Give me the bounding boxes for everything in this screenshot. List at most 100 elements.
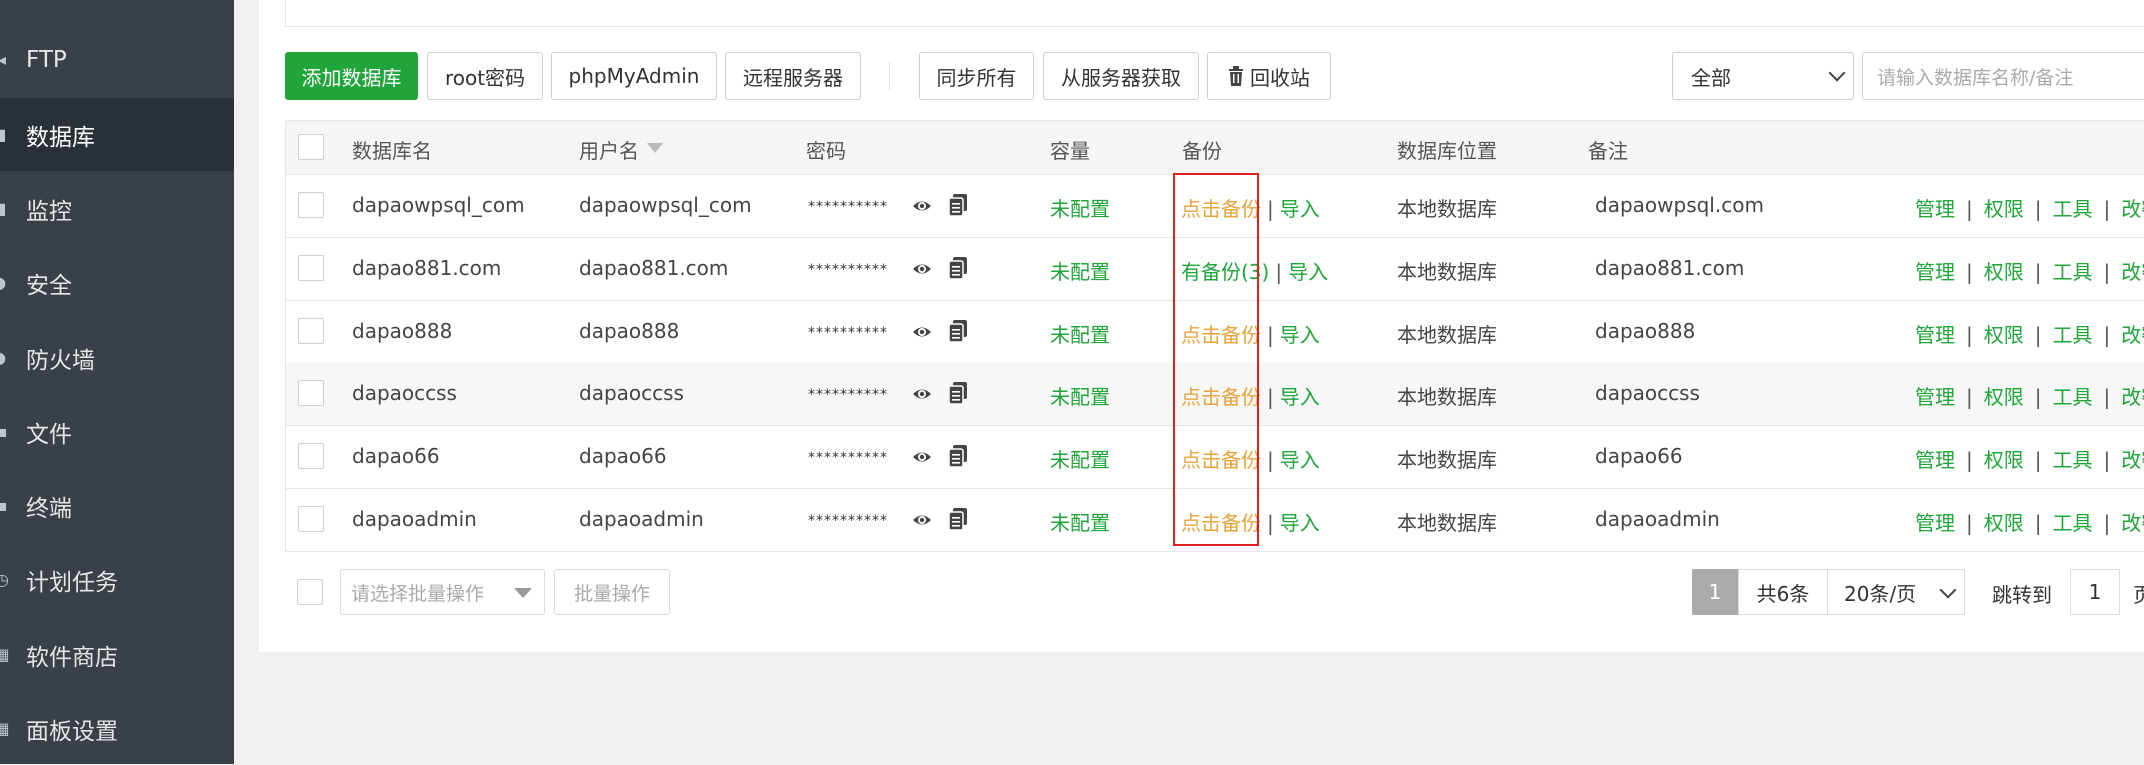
recycle-bin-button[interactable]: 回收站 <box>1207 52 1331 100</box>
change-password-link[interactable]: 改密 <box>2121 197 2144 221</box>
manage-link[interactable]: 管理 <box>1915 197 1955 221</box>
manage-link[interactable]: 管理 <box>1915 385 1955 409</box>
import-link[interactable]: 导入 <box>1280 197 1320 221</box>
manage-link[interactable]: 管理 <box>1915 323 1955 347</box>
fetch-from-server-button[interactable]: 从服务器获取 <box>1043 52 1199 100</box>
eye-icon[interactable] <box>912 322 932 342</box>
db-user: dapao66 <box>579 444 667 468</box>
sidebar-item-database[interactable]: ▮ 数据库 <box>0 98 234 171</box>
backup-link[interactable]: 点击备份 <box>1181 197 1261 221</box>
tools-link[interactable]: 工具 <box>2053 385 2093 409</box>
permission-link[interactable]: 权限 <box>1984 197 2024 221</box>
capacity-link[interactable]: 未配置 <box>1050 381 1110 410</box>
change-password-link[interactable]: 改密 <box>2121 511 2144 535</box>
db-remark[interactable]: dapao66 <box>1595 444 1683 468</box>
sort-down-icon[interactable] <box>647 143 663 153</box>
manage-link[interactable]: 管理 <box>1915 511 1955 535</box>
phpmyadmin-button[interactable]: phpMyAdmin <box>551 52 717 100</box>
footer-select-all-checkbox[interactable] <box>297 579 323 605</box>
select-all-checkbox[interactable] <box>298 134 324 160</box>
import-link[interactable]: 导入 <box>1280 323 1320 347</box>
tools-link[interactable]: 工具 <box>2053 260 2093 284</box>
capacity-link[interactable]: 未配置 <box>1050 193 1110 222</box>
eye-icon[interactable] <box>912 196 932 216</box>
tools-link[interactable]: 工具 <box>2053 511 2093 535</box>
sidebar-item-files[interactable]: ▪ 文件 <box>0 395 234 468</box>
header-remark: 备注 <box>1588 139 1628 163</box>
permission-link[interactable]: 权限 <box>1984 511 2024 535</box>
sidebar-item-terminal[interactable]: ▪ 终端 <box>0 469 234 542</box>
import-link[interactable]: 导入 <box>1280 385 1320 409</box>
copy-icon[interactable] <box>949 257 967 279</box>
sidebar-item-monitor[interactable]: ▮ 监控 <box>0 172 234 245</box>
row-checkbox[interactable] <box>298 318 324 344</box>
db-remark[interactable]: dapao888 <box>1595 319 1695 343</box>
capacity-link[interactable]: 未配置 <box>1050 444 1110 473</box>
backup-link[interactable]: 点击备份 <box>1181 385 1261 409</box>
batch-operation-select[interactable]: 请选择批量操作 <box>340 569 545 615</box>
row-checkbox[interactable] <box>298 380 324 406</box>
sidebar-item-cron[interactable]: ◷ 计划任务 <box>0 543 234 616</box>
permission-link[interactable]: 权限 <box>1984 260 2024 284</box>
per-page-select[interactable]: 20条/页 <box>1827 569 1965 615</box>
remote-server-button[interactable]: 远程服务器 <box>725 52 861 100</box>
change-password-link[interactable]: 改密 <box>2121 323 2144 347</box>
sidebar-item-security[interactable]: ◗ 安全 <box>0 246 234 319</box>
row-checkbox[interactable] <box>298 192 324 218</box>
row-checkbox[interactable] <box>298 255 324 281</box>
copy-icon[interactable] <box>949 445 967 467</box>
change-password-link[interactable]: 改密 <box>2121 448 2144 472</box>
capacity-link[interactable]: 未配置 <box>1050 319 1110 348</box>
db-remark[interactable]: dapao881.com <box>1595 256 1744 280</box>
capacity-link[interactable]: 未配置 <box>1050 507 1110 536</box>
settings-icon: ▦ <box>0 719 10 738</box>
import-link[interactable]: 导入 <box>1280 511 1320 535</box>
sidebar-item-store[interactable]: ▦ 软件商店 <box>0 618 234 691</box>
db-location: 本地数据库 <box>1397 385 1497 409</box>
sidebar-item-ftp[interactable]: ◂ FTP <box>0 23 234 96</box>
sidebar-item-settings[interactable]: ▦ 面板设置 <box>0 692 234 765</box>
db-remark[interactable]: dapaowpsql.com <box>1595 193 1764 217</box>
backup-link[interactable]: 点击备份 <box>1181 323 1261 347</box>
row-checkbox[interactable] <box>298 443 324 469</box>
backup-link[interactable]: 点击备份 <box>1181 448 1261 472</box>
copy-icon[interactable] <box>949 320 967 342</box>
permission-link[interactable]: 权限 <box>1984 385 2024 409</box>
pagination-current-page[interactable]: 1 <box>1692 569 1738 615</box>
db-remark[interactable]: dapaoadmin <box>1595 507 1720 531</box>
manage-link[interactable]: 管理 <box>1915 260 1955 284</box>
tools-link[interactable]: 工具 <box>2053 323 2093 347</box>
copy-icon[interactable] <box>949 382 967 404</box>
row-checkbox[interactable] <box>298 506 324 532</box>
batch-operation-button[interactable]: 批量操作 <box>554 569 670 615</box>
eye-icon[interactable] <box>912 447 932 467</box>
import-link[interactable]: 导入 <box>1280 448 1320 472</box>
capacity-link[interactable]: 未配置 <box>1050 256 1110 285</box>
db-remark[interactable]: dapaoccss <box>1595 381 1700 405</box>
tools-link[interactable]: 工具 <box>2053 448 2093 472</box>
db-password: ********** <box>808 325 888 341</box>
eye-icon[interactable] <box>912 384 932 404</box>
header-user[interactable]: 用户名 <box>579 135 639 164</box>
manage-link[interactable]: 管理 <box>1915 448 1955 472</box>
sidebar-item-firewall[interactable]: ◗ 防火墙 <box>0 321 234 394</box>
backup-link[interactable]: 有备份(3) <box>1181 260 1269 284</box>
filter-select[interactable]: 全部 <box>1672 52 1854 100</box>
sync-all-button[interactable]: 同步所有 <box>919 52 1034 100</box>
eye-icon[interactable] <box>912 259 932 279</box>
copy-icon[interactable] <box>949 508 967 530</box>
search-input[interactable]: 请输入数据库名称/备注 <box>1862 52 2144 100</box>
add-database-button[interactable]: 添加数据库 <box>285 52 418 100</box>
eye-icon[interactable] <box>912 510 932 530</box>
permission-link[interactable]: 权限 <box>1984 323 2024 347</box>
backup-link[interactable]: 点击备份 <box>1181 511 1261 535</box>
jump-page-input[interactable]: 1 <box>2070 569 2120 615</box>
copy-icon[interactable] <box>949 194 967 216</box>
permission-link[interactable]: 权限 <box>1984 448 2024 472</box>
tools-link[interactable]: 工具 <box>2053 197 2093 221</box>
db-user: dapaowpsql_com <box>579 193 752 217</box>
import-link[interactable]: 导入 <box>1288 260 1328 284</box>
root-password-button[interactable]: root密码 <box>427 52 543 100</box>
change-password-link[interactable]: 改密 <box>2121 260 2144 284</box>
change-password-link[interactable]: 改密 <box>2121 385 2144 409</box>
